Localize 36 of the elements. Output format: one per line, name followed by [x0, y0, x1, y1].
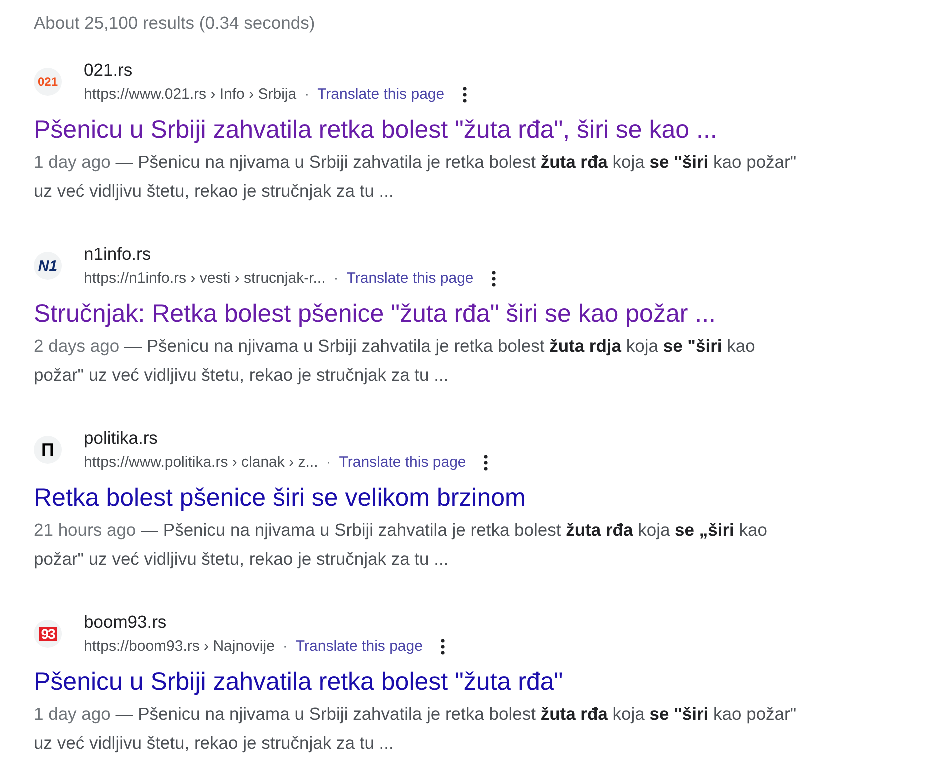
- favicon-logo: N1: [38, 258, 58, 274]
- result-stats: About 25,100 results (0.34 seconds): [34, 12, 316, 35]
- url-breadcrumb: https://www.021.rs › Info › Srbija: [84, 85, 297, 105]
- separator-dot: ·: [304, 85, 310, 105]
- favicon[interactable]: 93: [34, 620, 62, 648]
- result-snippet: 1 day ago — Pšenicu na njivama u Srbiji zahvatila je retka bolest žuta rđa koja se "širi kao požar" uz već vidljivu štetu, rekao je stručnjak za tu ...: [34, 703, 798, 755]
- separator-dot: ·: [282, 637, 288, 657]
- more-options-icon[interactable]: [484, 455, 488, 471]
- more-options-icon[interactable]: [440, 639, 445, 655]
- site-name[interactable]: politika.rs: [84, 427, 158, 449]
- site-name[interactable]: n1info.rs: [84, 243, 152, 265]
- result-snippet: 1 day ago — Pšenicu na njivama u Srbiji zahvatila je retka bolest žuta rđa koja se "širi kao požar" uz već vidljivu štetu, rekao je stručnjak za tu ...: [34, 151, 798, 203]
- url-breadcrumb: https://www.politika.rs › clanak › z...: [84, 453, 318, 473]
- more-options-icon[interactable]: [492, 271, 496, 287]
- translate-link[interactable]: Translate this page: [339, 452, 466, 474]
- favicon-logo: 021: [38, 76, 58, 88]
- favicon-logo: П: [42, 441, 54, 459]
- more-options-icon[interactable]: [462, 87, 467, 103]
- url-breadcrumb: https://n1info.rs › vesti › strucnjak-r...: [84, 269, 326, 289]
- result-title[interactable]: Pšenicu u Srbiji zahvatila retka bolest "žuta rđa": [34, 667, 564, 697]
- result-title[interactable]: Stručnjak: Retka bolest pšenice "žuta rđa" širi se kao požar ...: [34, 299, 716, 329]
- favicon[interactable]: N1: [34, 252, 62, 280]
- translate-link[interactable]: Translate this page: [318, 84, 445, 106]
- result-snippet: 2 days ago — Pšenicu na njivama u Srbiji zahvatila je retka bolest žuta rdja koja se "širi kao požar" uz već vidljivu štetu, rekao je stručnjak za tu ...: [34, 335, 756, 387]
- favicon-logo: 93: [39, 627, 57, 641]
- translate-link[interactable]: Translate this page: [296, 636, 423, 658]
- site-name[interactable]: 021.rs: [84, 59, 133, 81]
- result-title[interactable]: Retka bolest pšenice širi se velikom brzinom: [34, 483, 526, 513]
- favicon[interactable]: П: [34, 436, 62, 464]
- result-title[interactable]: Pšenicu u Srbiji zahvatila retka bolest "žuta rđa", širi se kao ...: [34, 115, 718, 145]
- site-name[interactable]: boom93.rs: [84, 611, 167, 633]
- separator-dot: ·: [326, 453, 332, 473]
- result-snippet: 21 hours ago — Pšenicu na njivama u Srbiji zahvatila je retka bolest žuta rđa koja se „širi kao požar" uz već vidljivu štetu, rekao je stručnjak za tu ...: [34, 519, 768, 571]
- url-breadcrumb: https://boom93.rs › Najnovije: [84, 637, 275, 657]
- separator-dot: ·: [334, 269, 339, 289]
- translate-link[interactable]: Translate this page: [346, 268, 474, 290]
